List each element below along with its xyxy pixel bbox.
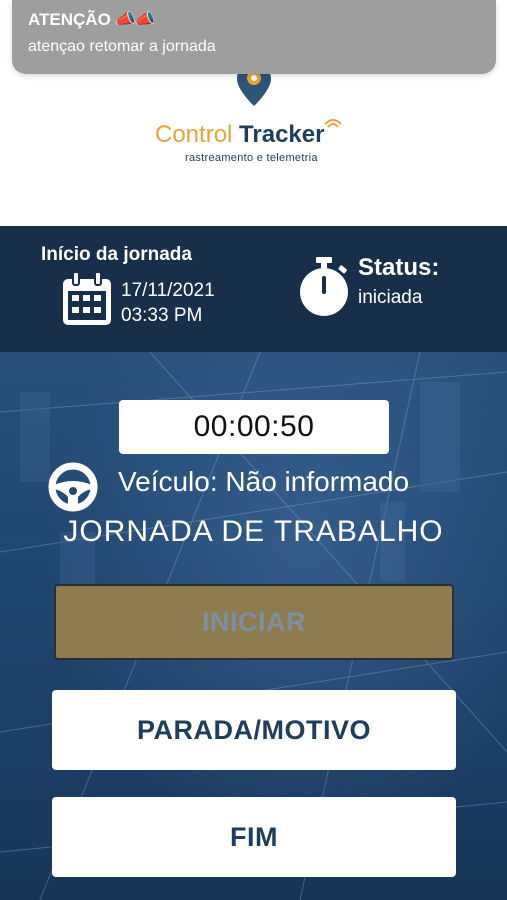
megaphone-icon: 📣📣 bbox=[114, 10, 155, 29]
journey-control-area: 00:00:50 Veículo: Não informado JORNADA … bbox=[0, 352, 507, 900]
journey-start-date: 17/11/2021 bbox=[121, 280, 215, 301]
status-value: iniciada bbox=[358, 287, 423, 308]
journey-start-datetime: 17/11/2021 03:33 PM bbox=[121, 278, 215, 328]
journey-start-time: 03:33 PM bbox=[121, 305, 203, 326]
stop-reason-button[interactable]: PARADA/MOTIVO bbox=[52, 690, 456, 770]
vehicle-info: Veículo: Não informado bbox=[118, 466, 410, 497]
brand-tagline: rastreamento e telemetria bbox=[185, 152, 318, 164]
end-button[interactable]: FIM bbox=[52, 797, 456, 877]
section-title: JORNADA DE TRABALHO bbox=[63, 515, 444, 548]
start-button[interactable]: INICIAR bbox=[54, 584, 454, 660]
elapsed-timer: 00:00:50 bbox=[119, 400, 389, 454]
signal-icon bbox=[324, 119, 342, 128]
journey-info-panel: Início da jornada 17/11/2021 03:33 PM St… bbox=[0, 226, 507, 352]
steering-wheel-icon bbox=[48, 462, 98, 512]
status-label: Status: bbox=[358, 254, 440, 281]
notification-banner[interactable]: ATENÇÃO 📣📣 atençao retomar a jornada bbox=[12, 0, 496, 74]
stopwatch-icon bbox=[300, 257, 348, 316]
notification-body: atençao retomar a jornada bbox=[28, 38, 216, 55]
calendar-icon bbox=[63, 271, 111, 325]
notification-title: ATENÇÃO 📣📣 bbox=[28, 10, 155, 29]
journey-start-label: Início da jornada bbox=[41, 244, 192, 265]
